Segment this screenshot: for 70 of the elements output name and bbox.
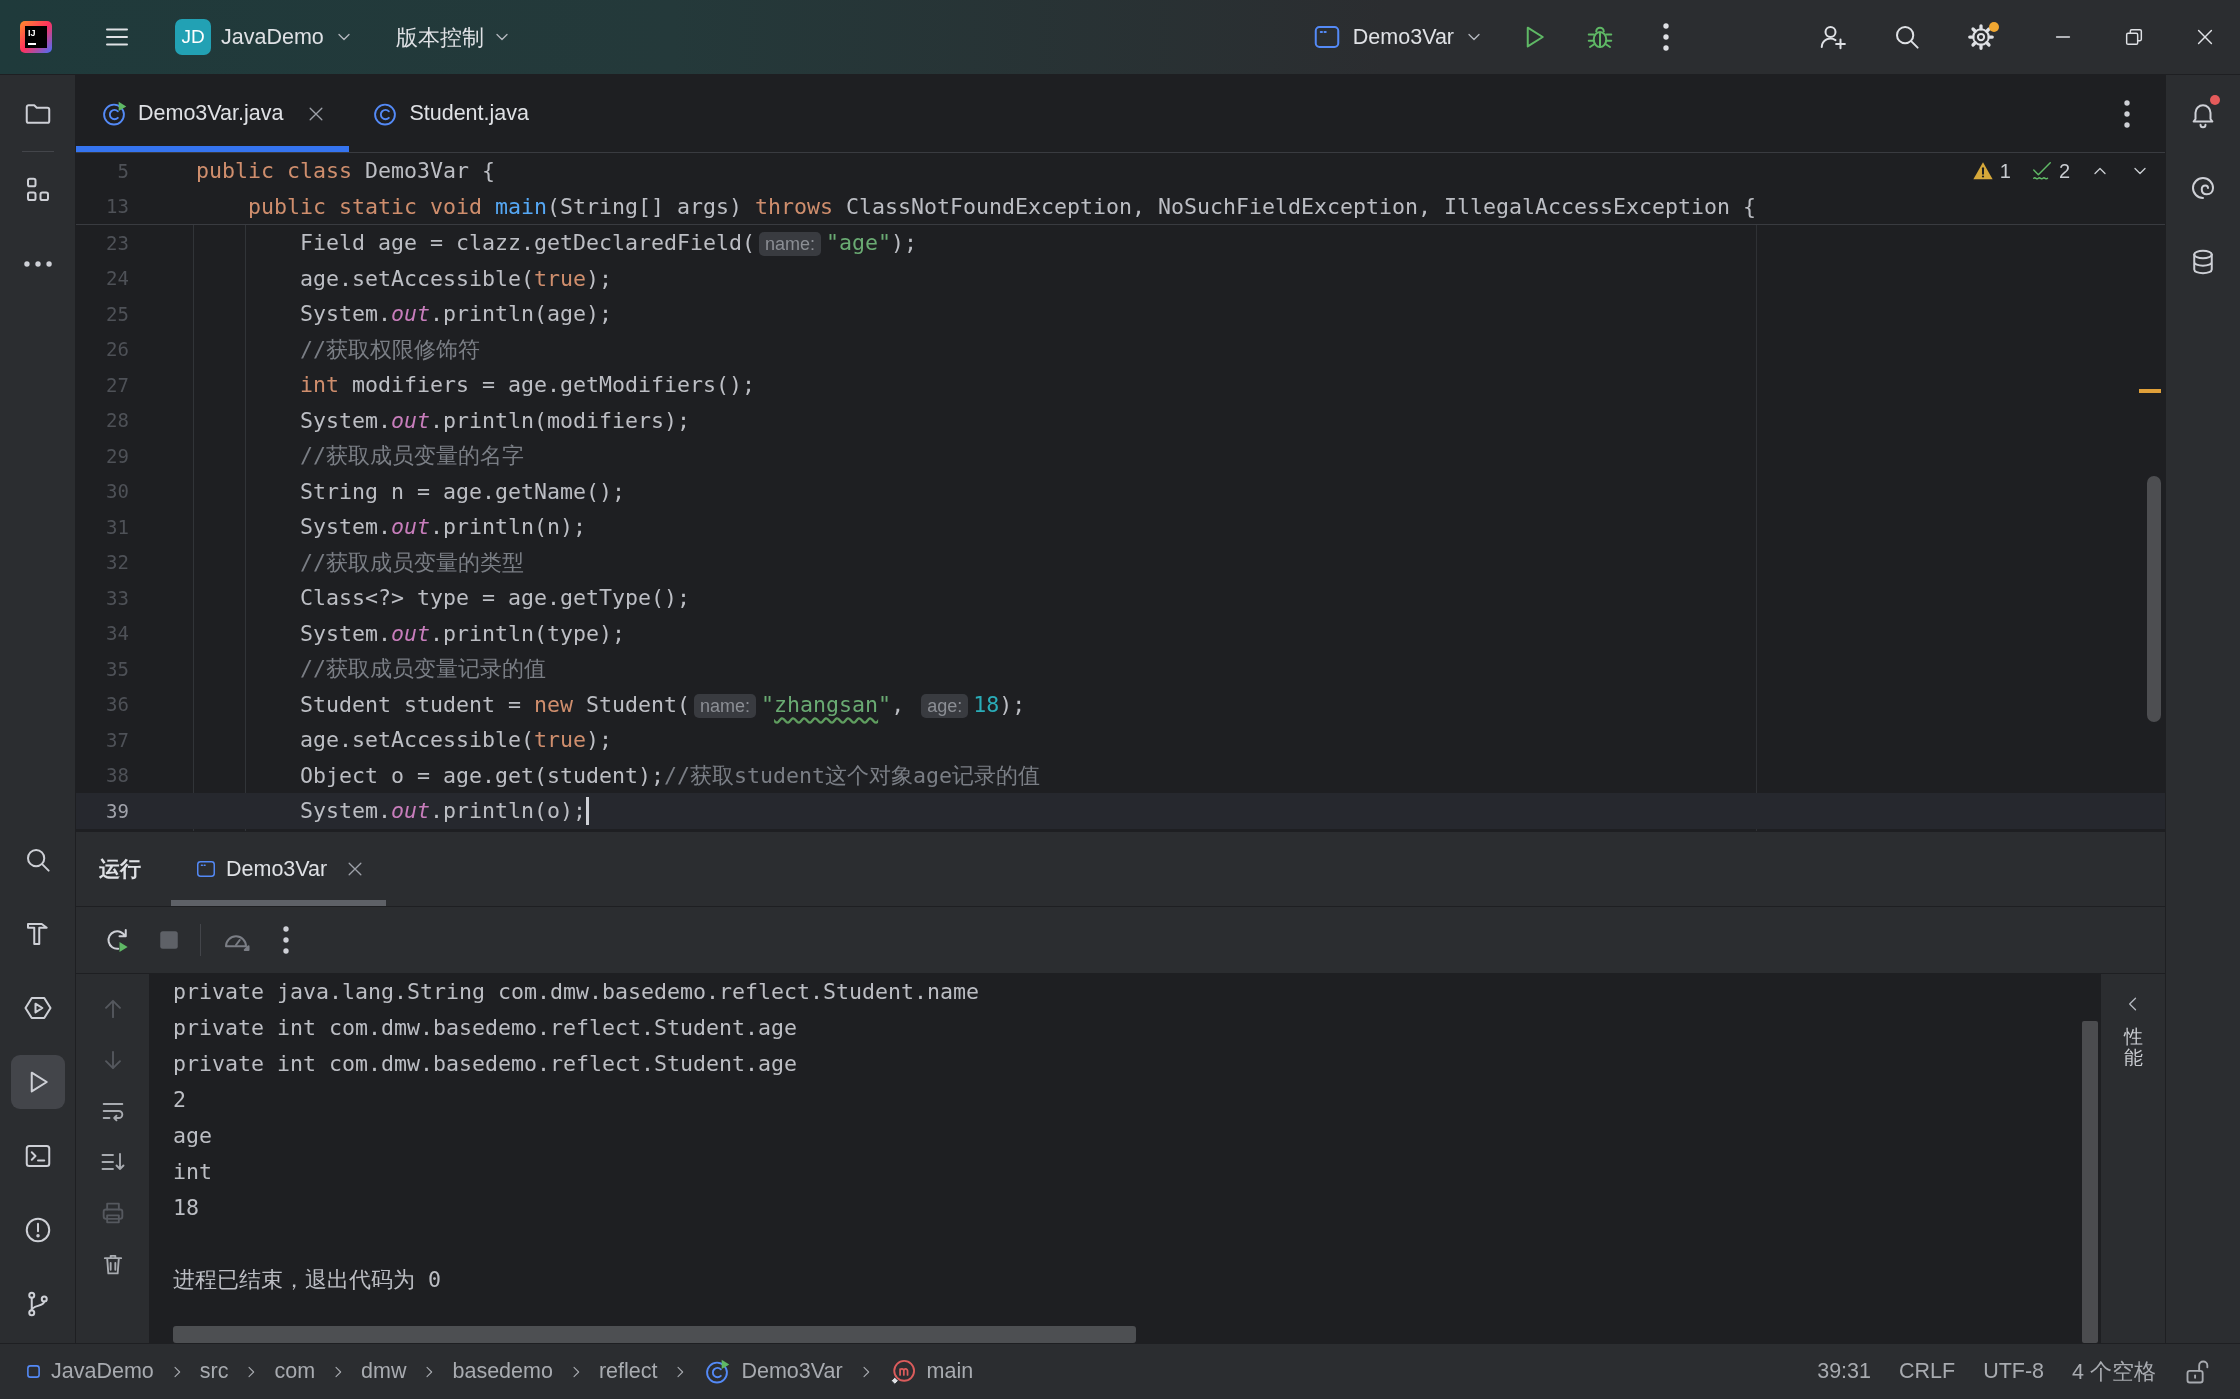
app-logo: IJ (20, 21, 52, 53)
scrollbar-thumb[interactable] (2082, 1021, 2098, 1343)
run-tab[interactable]: Demo3Var (171, 832, 387, 906)
more-icon[interactable] (1662, 22, 1670, 52)
breadcrumb[interactable]: basedemo (452, 1359, 553, 1384)
performance-tab[interactable]: 性能 (2123, 1027, 2143, 1069)
project-selector[interactable]: JD JavaDemo (168, 14, 361, 60)
console-line: private java.lang.String com.dmw.basedemo.reflect.Student.name (173, 978, 980, 1006)
more-icon[interactable] (2123, 98, 2131, 129)
console-line: private int com.dmw.basedemo.reflect.Student.age (173, 1050, 798, 1078)
square-icon (26, 1364, 41, 1379)
console-line: age (173, 1122, 212, 1150)
settings-icon[interactable] (1966, 22, 1996, 52)
code-line: Object o = age.get(student);//获取student这个对象age记录的值 (299, 761, 1041, 790)
code-line: Field age = clazz.getDeclaredField( name: "age"); (299, 230, 918, 256)
line-separator[interactable]: CRLF (1899, 1359, 1956, 1384)
vcs-menu[interactable]: 版本控制 (388, 14, 519, 60)
weak-warning-count: 2 (2058, 159, 2070, 183)
breadcrumb[interactable]: Demo3Var (703, 1357, 843, 1386)
breadcrumb[interactable]: JavaDemo (26, 1359, 154, 1384)
window-icon (195, 858, 217, 880)
console-line: 18 (173, 1194, 199, 1222)
editor-tab[interactable]: Student.java (349, 75, 551, 152)
breadcrumb[interactable]: reflect (598, 1359, 658, 1384)
tool-window-button[interactable] (10, 1055, 65, 1109)
code-line: Class<?> type = age.getType(); (299, 585, 691, 611)
code-line: System.out.println(type); (299, 620, 626, 646)
code-line: //获取权限修饰符 (299, 335, 480, 364)
code-line: Student student = new Student( name: "zhangsan", age: 18); (299, 691, 1026, 717)
breadcrumb[interactable]: main (888, 1357, 974, 1386)
code-line: //获取成员变量的类型 (299, 548, 524, 577)
line-number: 39 (105, 799, 129, 822)
code-line: public class Demo3Var { (196, 158, 496, 184)
text-cursor-icon (586, 796, 590, 825)
cursor-position[interactable]: 39:31 (1817, 1359, 1871, 1384)
more-icon (22, 260, 53, 268)
code-line: System.out.println(n); (299, 514, 587, 540)
code-line: //获取成员变量记录的值 (299, 655, 546, 684)
code-line: System.out.println(age); (299, 301, 613, 327)
file-encoding[interactable]: UTF-8 (1983, 1359, 2045, 1384)
exit-message: 进程已结束，退出代码为 0 (173, 1266, 441, 1294)
warning-marker[interactable] (2139, 389, 2161, 393)
run-config-selector[interactable]: Demo3Var (1305, 14, 1501, 60)
runnable-class-icon (100, 99, 128, 128)
method-icon (888, 1357, 917, 1386)
panel-title: 运行 (99, 856, 141, 882)
scrollbar-thumb[interactable] (173, 1326, 1136, 1343)
code-line: String n = age.getName(); (299, 478, 626, 504)
breadcrumb[interactable]: src (199, 1359, 229, 1384)
console-line: private int com.dmw.basedemo.reflect.Student.age (173, 1014, 798, 1042)
console-line: int (173, 1158, 212, 1186)
project-badge: JD (175, 19, 211, 55)
code-line: int modifiers = age.getModifiers(); (299, 372, 756, 398)
more-icon[interactable] (282, 925, 290, 955)
check-icon[interactable] (2030, 160, 2053, 182)
indent-setting[interactable]: 4 个空格 (2072, 1357, 2156, 1386)
code-line: System.out.println(o); (299, 798, 587, 824)
scrollbar-thumb[interactable] (2147, 476, 2161, 722)
code-line: System.out.println(modifiers); (299, 407, 691, 433)
editor-tab[interactable]: Demo3Var.java (76, 75, 350, 152)
code-line: //获取成员变量的名字 (299, 442, 524, 471)
code-line: age.setAccessible(true); (299, 265, 613, 291)
breadcrumb[interactable]: com (274, 1359, 316, 1384)
warning-icon[interactable] (1971, 160, 1994, 182)
code-line: public static void main(String[] args) throws ClassNotFoundException, NoSuchFieldException, IllegalAccessException { (247, 193, 1757, 219)
warning-count: 1 (1999, 159, 2011, 183)
runnable-class-icon (703, 1357, 732, 1386)
breadcrumb[interactable]: dmw (361, 1359, 407, 1384)
console-line: 2 (173, 1086, 186, 1114)
code-line: age.setAccessible(true); (299, 727, 613, 753)
